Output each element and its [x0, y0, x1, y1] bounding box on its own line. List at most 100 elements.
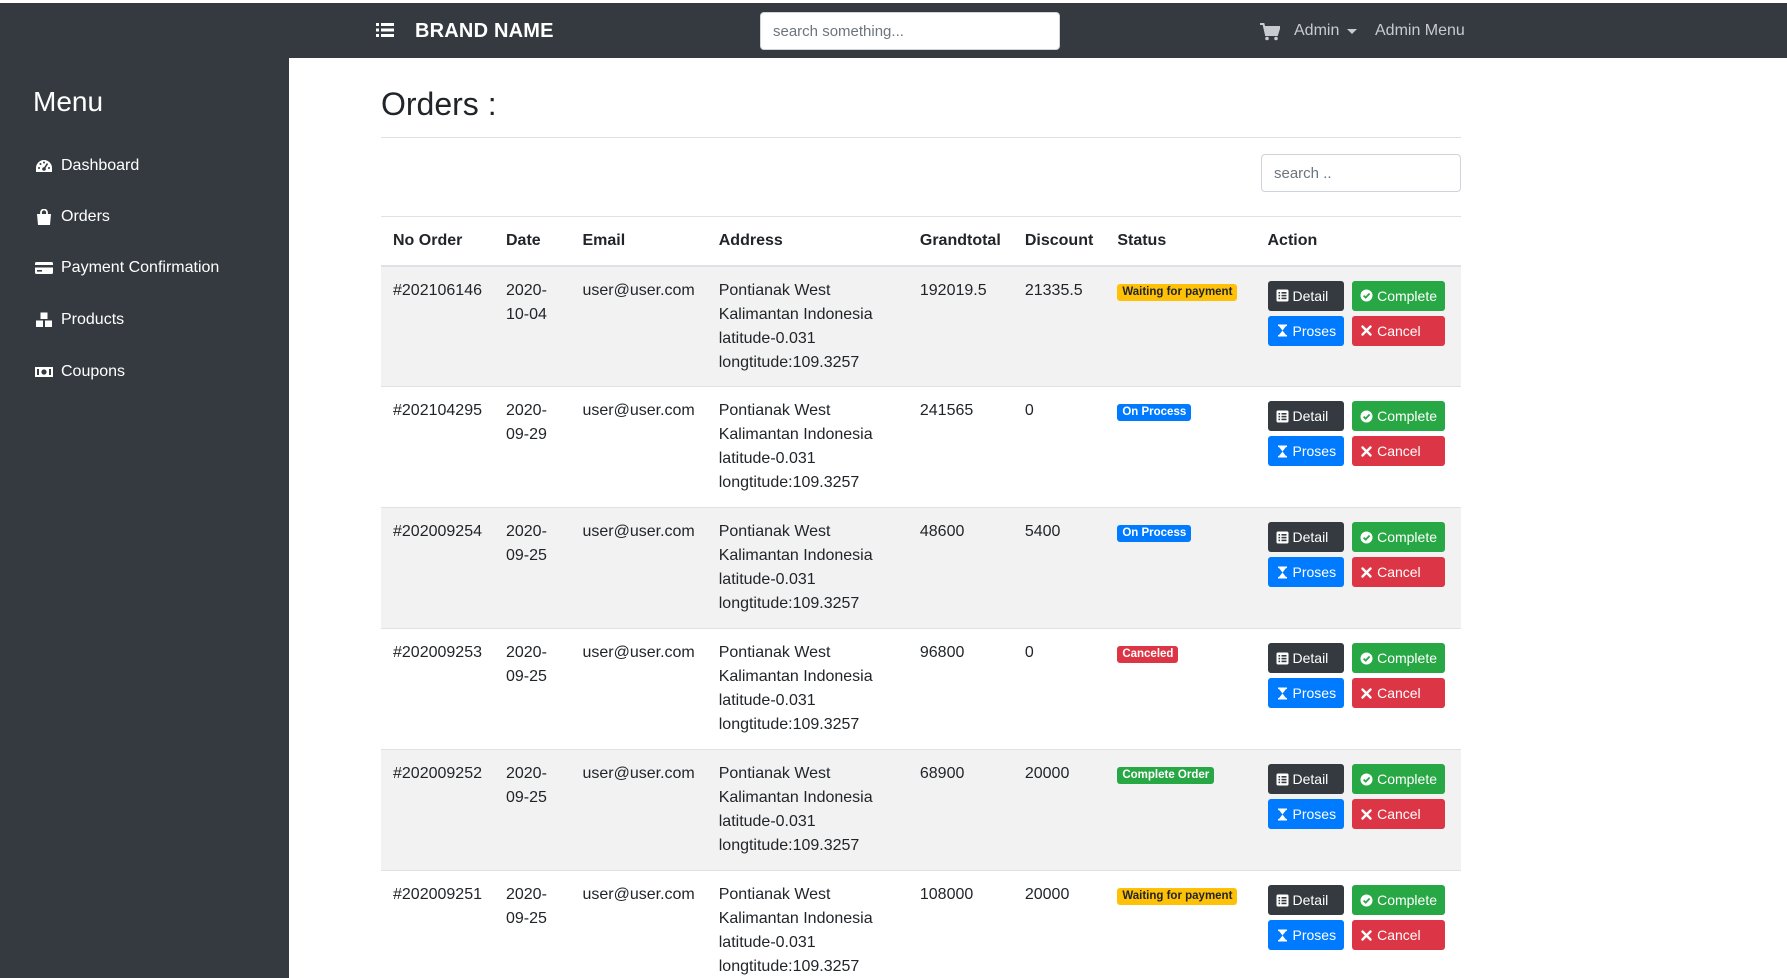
times-icon — [1361, 808, 1372, 820]
check-circle-icon — [1360, 289, 1373, 302]
header-address[interactable]: Address — [706, 216, 908, 267]
table-row: #202009253 2020-09-25 user@user.com Pont… — [381, 628, 1461, 750]
header-status[interactable]: Status — [1105, 216, 1256, 267]
title-divider — [381, 137, 1461, 138]
address-line: latitude-0.031 — [718, 934, 816, 951]
order-actions: Detail Complete Proses Cancel — [1255, 870, 1461, 978]
detail-label: Detail — [1292, 892, 1329, 908]
proses-button[interactable]: Proses — [1267, 799, 1345, 829]
order-grandtotal: 96800 — [907, 628, 1013, 750]
top-search-input[interactable] — [760, 12, 1060, 50]
admin-label: Admin — [1294, 22, 1340, 39]
order-grandtotal: 241565 — [907, 386, 1013, 508]
page-title: Orders : — [381, 86, 497, 122]
cancel-label: Cancel — [1377, 685, 1421, 701]
complete-button[interactable]: Complete — [1352, 522, 1445, 552]
complete-label: Complete — [1377, 650, 1437, 666]
proses-button[interactable]: Proses — [1267, 315, 1345, 346]
header-email[interactable]: Email — [570, 216, 707, 267]
caret-down-icon — [1347, 28, 1358, 34]
hourglass-icon — [1277, 324, 1287, 337]
cancel-button[interactable]: Cancel — [1352, 678, 1445, 708]
complete-button[interactable]: Complete — [1352, 643, 1445, 673]
detail-button[interactable]: Detail — [1267, 885, 1345, 915]
sidebar-title: Menu — [33, 86, 104, 117]
times-icon — [1361, 445, 1372, 457]
list-alt-icon — [1276, 410, 1288, 422]
cancel-button[interactable]: Cancel — [1352, 920, 1445, 950]
detail-label: Detail — [1292, 771, 1329, 787]
order-actions: Detail Complete Proses Cancel — [1255, 265, 1461, 387]
detail-button[interactable]: Detail — [1267, 522, 1345, 552]
order-date: 2020-09-29 — [493, 386, 571, 508]
cubes-icon — [36, 312, 52, 327]
detail-button[interactable]: Detail — [1267, 643, 1345, 673]
header-no-order[interactable]: No Order — [381, 216, 494, 267]
header-grandtotal[interactable]: Grandtotal — [907, 216, 1013, 267]
admin-dropdown[interactable]: Admin — [1294, 22, 1358, 40]
sidebar-item-orders[interactable]: Orders — [35, 208, 110, 226]
cancel-label: Cancel — [1377, 322, 1421, 339]
proses-button[interactable]: Proses — [1267, 436, 1345, 466]
check-circle-icon — [1360, 410, 1373, 422]
complete-button[interactable]: Complete — [1352, 401, 1445, 431]
list-alt-icon — [1276, 894, 1288, 906]
address-line: longtitude:109.3257 — [718, 595, 860, 612]
order-actions: Detail Complete Proses Cancel — [1255, 628, 1461, 750]
hourglass-icon — [1277, 566, 1287, 578]
detail-button[interactable]: Detail — [1267, 401, 1345, 431]
sidebar-item-label: Payment Confirmation — [61, 259, 220, 276]
admin-menu-link[interactable]: Admin Menu — [1375, 22, 1465, 40]
proses-button[interactable]: Proses — [1267, 557, 1345, 587]
cancel-label: Cancel — [1377, 443, 1421, 459]
brand-name[interactable]: BRAND NAME — [415, 20, 554, 43]
list-alt-icon — [1276, 289, 1288, 302]
shopping-cart-icon[interactable] — [1260, 23, 1280, 41]
tachometer-icon — [36, 160, 52, 172]
table-search-input[interactable] — [1261, 154, 1461, 192]
header-date[interactable]: Date — [493, 216, 571, 267]
list-icon[interactable] — [376, 22, 394, 38]
cancel-button[interactable]: Cancel — [1352, 557, 1445, 587]
detail-label: Detail — [1292, 650, 1329, 666]
complete-button[interactable]: Complete — [1352, 764, 1445, 794]
cancel-label: Cancel — [1377, 806, 1421, 822]
hourglass-icon — [1277, 687, 1287, 699]
address-line: latitude-0.031 — [718, 329, 816, 347]
address-line: Kalimantan Indonesia — [718, 910, 873, 927]
order-discount: 20000 — [1012, 749, 1106, 871]
order-number: #202104295 — [381, 386, 494, 508]
proses-button[interactable]: Proses — [1267, 920, 1345, 950]
address-line: Kalimantan Indonesia — [718, 426, 873, 443]
detail-button[interactable]: Detail — [1267, 280, 1345, 311]
detail-label: Detail — [1292, 408, 1329, 424]
order-date: 2020-09-25 — [493, 507, 571, 629]
shopping-bag-icon — [37, 209, 51, 225]
order-grandtotal: 108000 — [907, 870, 1013, 978]
complete-button[interactable]: Complete — [1352, 280, 1445, 311]
sidebar-item-payment-confirmation[interactable]: Payment Confirmation — [35, 259, 219, 277]
address-line: longtitude:109.3257 — [718, 353, 860, 371]
header-discount[interactable]: Discount — [1012, 216, 1106, 267]
address-line: latitude-0.031 — [718, 692, 816, 709]
cancel-button[interactable]: Cancel — [1352, 315, 1445, 346]
address-line: Pontianak West — [718, 644, 831, 661]
order-number: #202009252 — [381, 749, 494, 871]
detail-label: Detail — [1292, 529, 1329, 545]
status-badge: Waiting for payment — [1117, 888, 1238, 905]
order-email: user@user.com — [570, 507, 707, 629]
orders-table-body: #202106146 2020-10-04 user@user.com Pont… — [381, 265, 1461, 978]
sidebar-item-dashboard[interactable]: Dashboard — [35, 157, 139, 175]
detail-button[interactable]: Detail — [1267, 764, 1345, 794]
cancel-button[interactable]: Cancel — [1352, 436, 1445, 466]
sidebar-item-coupons[interactable]: Coupons — [35, 363, 125, 381]
proses-button[interactable]: Proses — [1267, 678, 1345, 708]
complete-button[interactable]: Complete — [1352, 885, 1445, 915]
address-line: Pontianak West — [718, 765, 831, 782]
status-badge: Waiting for payment — [1117, 283, 1238, 301]
check-circle-icon — [1360, 773, 1373, 785]
times-icon — [1361, 566, 1372, 578]
address-line: latitude-0.031 — [718, 571, 816, 588]
sidebar-item-products[interactable]: Products — [35, 311, 124, 329]
cancel-button[interactable]: Cancel — [1352, 799, 1445, 829]
